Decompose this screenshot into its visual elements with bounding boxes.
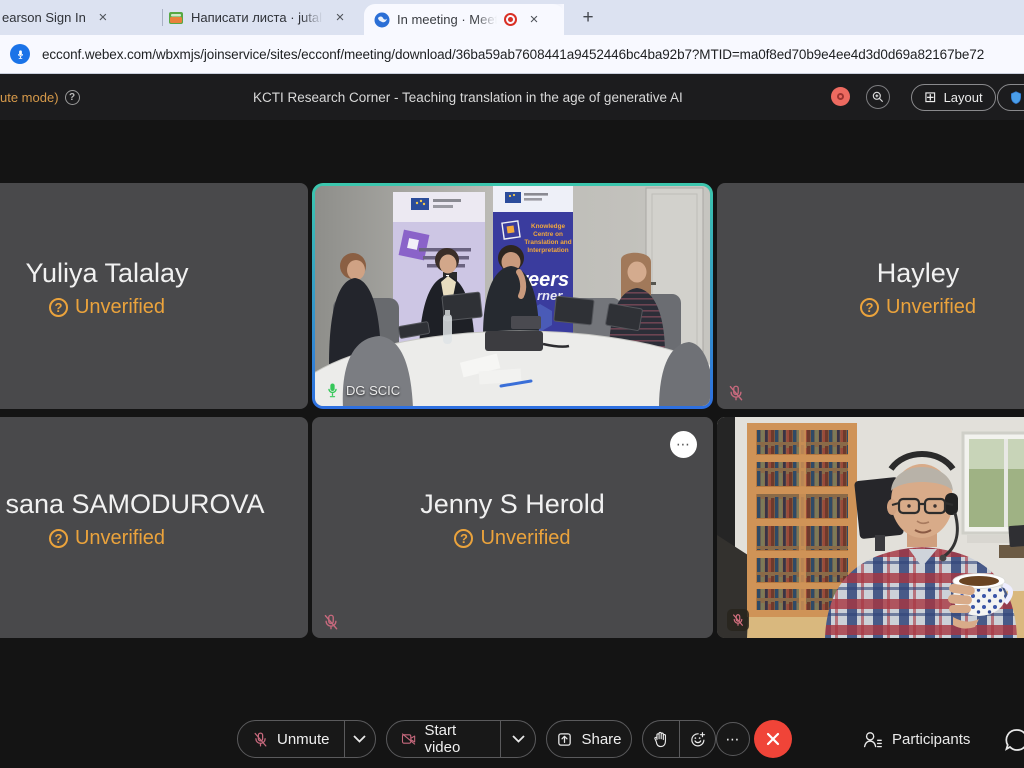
tile-samodurova[interactable]: sana SAMODUROVA ? Unverified [0, 417, 308, 638]
participants-button[interactable]: Participants [862, 720, 970, 758]
grid-icon: ⊞ [924, 90, 937, 105]
svg-text:Translation and: Translation and [524, 239, 571, 246]
unverified-question-icon: ? [860, 298, 879, 317]
audio-options-button[interactable] [344, 721, 375, 757]
webex-favicon [374, 12, 390, 28]
unmute-button[interactable]: Unmute [238, 721, 344, 757]
mic-muted-icon [252, 731, 269, 748]
leave-meeting-button[interactable] [754, 720, 792, 758]
video-grid: Yuliya Talalay ? Unverified [0, 120, 1024, 768]
meeting-controls: Unmute Start video [0, 720, 1024, 762]
shield-icon [1008, 90, 1024, 106]
mail-favicon [168, 10, 184, 26]
reactions-button-group [642, 720, 716, 758]
chevron-down-icon [353, 735, 366, 743]
tab-title: Написати листа · jutal@ukr. [191, 10, 323, 25]
participant-video [717, 417, 1024, 638]
tile-dg-scic[interactable]: Knowledge Centre on Translation and Inte… [315, 186, 710, 406]
tab-mail[interactable]: Написати листа · jutal@ukr. × [168, 0, 358, 35]
mic-muted-icon [322, 613, 340, 631]
help-icon[interactable]: ? [65, 90, 80, 105]
close-icon [765, 731, 781, 747]
participant-name: Jenny S Herold [420, 489, 605, 520]
video-options-button[interactable] [500, 721, 535, 757]
mic-muted-icon [727, 384, 745, 402]
raised-hand-icon [653, 731, 668, 748]
tile-more-options-button[interactable]: ⋯ [670, 431, 697, 458]
tile-dg-scic-active-border: Knowledge Centre on Translation and Inte… [312, 183, 713, 409]
unverified-question-icon: ? [454, 529, 473, 548]
chat-bubble-icon [1004, 727, 1024, 753]
address-bar[interactable]: ecconf.webex.com/wbxmjs/joinservice/site… [0, 35, 1024, 74]
tab-recording-icon [504, 13, 517, 26]
browser-tab-strip: earson Sign In × Написати листа · jutal@… [0, 0, 1024, 35]
status-badge: ? Unverified [49, 527, 165, 550]
tile-hayley[interactable]: Hayley ? Unverified [717, 183, 1024, 409]
camera-off-icon [401, 731, 416, 747]
start-video-button-group: Start video [386, 720, 536, 758]
start-video-label: Start video [424, 722, 486, 756]
tab-title: earson Sign In [2, 10, 86, 25]
raise-hand-button[interactable] [643, 721, 679, 757]
share-icon [556, 731, 573, 748]
status-badge: ? Unverified [860, 296, 976, 319]
more-options-button[interactable]: ⋯ [716, 722, 750, 756]
participants-icon [862, 730, 883, 749]
svg-text:Centre on: Centre on [533, 231, 563, 238]
participant-name: Hayley [877, 258, 960, 289]
webex-meeting-window: earson Sign In × Написати листа · jutal@… [0, 0, 1024, 768]
layout-label: Layout [944, 90, 983, 105]
assistant-button[interactable] [997, 84, 1024, 111]
tile-yuliya-talalay[interactable]: Yuliya Talalay ? Unverified [0, 183, 308, 409]
unmute-button-group: Unmute [237, 720, 376, 758]
unmute-label: Unmute [277, 731, 330, 748]
close-icon[interactable]: × [331, 9, 349, 27]
meeting-header: ute mode) ? KCTI Research Corner - Teach… [0, 74, 1024, 120]
layout-button[interactable]: ⊞ Layout [911, 84, 996, 111]
svg-text:Knowledge: Knowledge [531, 223, 566, 230]
close-icon[interactable]: × [94, 9, 112, 27]
mic-muted-icon [731, 613, 745, 627]
tile-participant-video[interactable] [717, 417, 1024, 638]
tile-jenny-herold[interactable]: Jenny S Herold ? Unverified ⋯ [312, 417, 713, 638]
tab-separator [162, 9, 163, 26]
chevron-down-icon [512, 735, 525, 743]
new-tab-button[interactable]: + [576, 6, 600, 30]
tab-meeting-active[interactable]: In meeting · Meeting · We × [364, 4, 564, 35]
start-video-button[interactable]: Start video [387, 721, 500, 757]
chat-button[interactable] [1004, 727, 1024, 753]
reactions-button[interactable] [679, 721, 715, 757]
tab-pearson[interactable]: earson Sign In × [0, 0, 158, 35]
participant-name: sana SAMODUROVA [5, 489, 264, 520]
meeting-title: KCTI Research Corner - Teaching translat… [253, 74, 683, 120]
mute-mode-note: ute mode) ? [0, 74, 80, 120]
status-badge: ? Unverified [454, 527, 570, 550]
unverified-question-icon: ? [49, 529, 68, 548]
status-badge: ? Unverified [49, 296, 165, 319]
share-label: Share [581, 731, 621, 748]
zoom-in-button[interactable] [866, 85, 890, 109]
smiley-add-icon [689, 731, 706, 748]
participant-name: Yuliya Talalay [25, 258, 188, 289]
tab-title: In meeting · Meeting · We [397, 12, 497, 27]
participants-label: Participants [892, 731, 970, 748]
recording-indicator-icon [831, 87, 850, 106]
dg-scic-video: Knowledge Centre on Translation and Inte… [315, 186, 710, 406]
share-button[interactable]: Share [546, 720, 632, 758]
mic-permission-icon[interactable] [10, 44, 30, 64]
svg-text:Interpretation: Interpretation [527, 247, 568, 254]
url-text: ecconf.webex.com/wbxmjs/joinservice/site… [42, 47, 984, 62]
mic-muted-badge [727, 609, 749, 631]
unverified-question-icon: ? [49, 298, 68, 317]
active-speaker-label: DG SCIC [326, 383, 400, 398]
close-icon[interactable]: × [525, 11, 543, 29]
mic-live-icon [326, 383, 339, 398]
